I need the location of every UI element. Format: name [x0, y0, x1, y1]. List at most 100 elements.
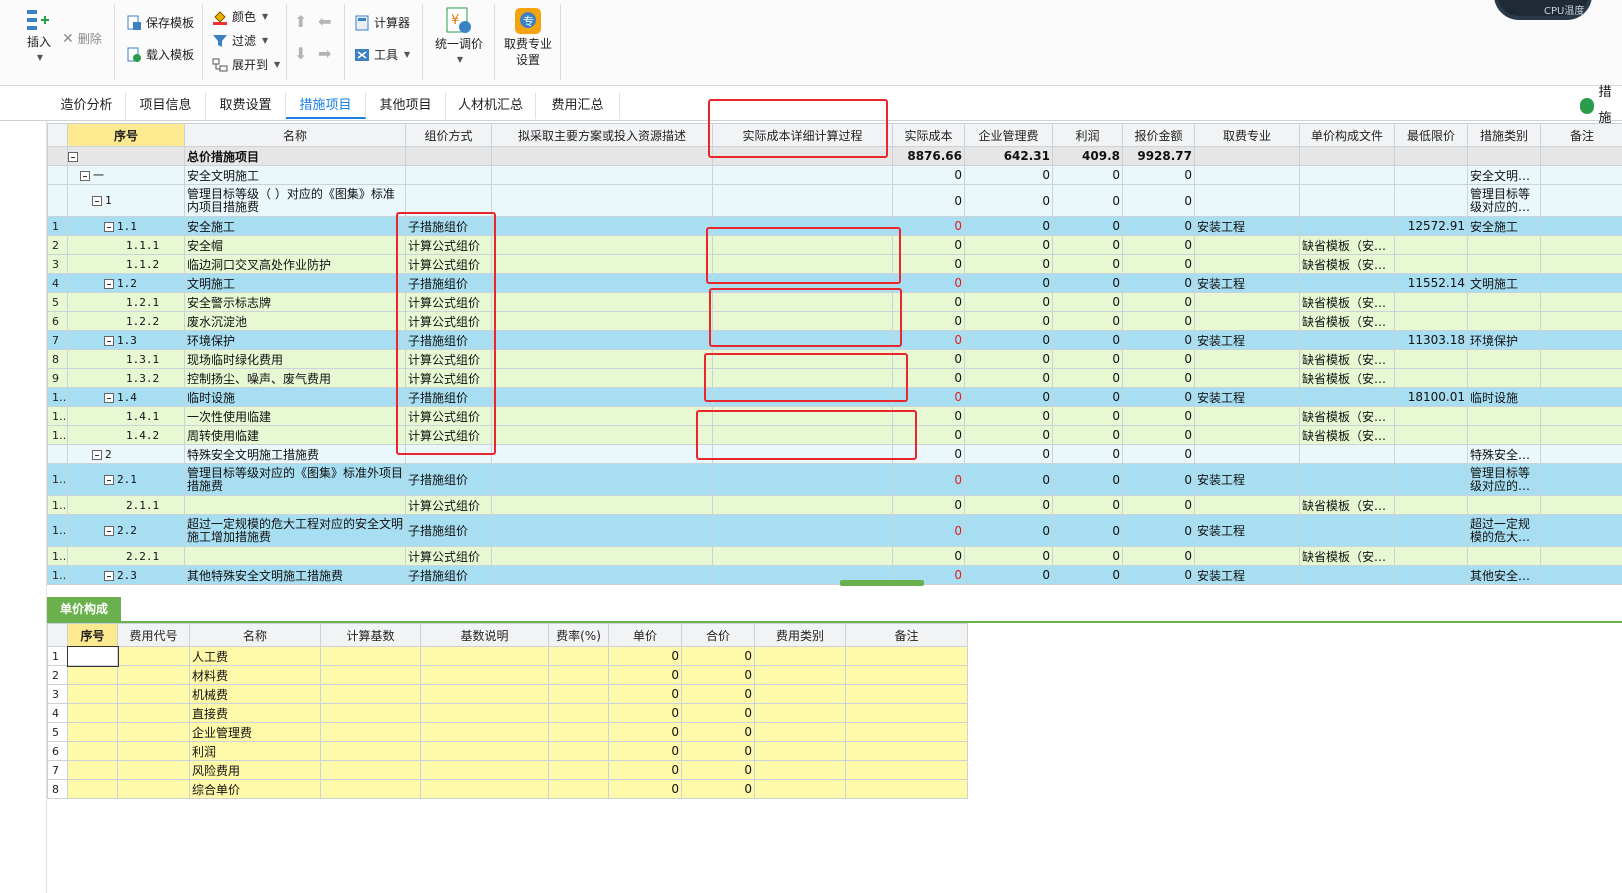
sub-remark-cell[interactable] [845, 703, 968, 723]
name-cell[interactable]: 临时设施 [184, 387, 406, 407]
table-row[interactable]: 16 2.2.1 计算公式组价 0 0 0 0 缺省模板（安… [47, 546, 1622, 566]
header-seq[interactable]: 序号 [67, 123, 185, 147]
header-min-price[interactable]: 最低限价 [1394, 123, 1468, 147]
cost-detail-cell[interactable] [712, 273, 893, 293]
plan-description-cell[interactable] [491, 444, 713, 464]
min-price-cell[interactable] [1394, 311, 1468, 331]
profit-cell[interactable]: 0 [1052, 514, 1123, 547]
fee-specialty-cell[interactable] [1194, 235, 1300, 255]
pricing-method-cell[interactable]: 计算公式组价 [405, 254, 492, 274]
pricing-method-cell[interactable] [405, 444, 492, 464]
header-remark[interactable]: 备注 [1540, 123, 1622, 147]
fee-specialty-cell[interactable] [1194, 444, 1300, 464]
sub-remark-cell[interactable] [845, 760, 968, 780]
sub-table-row[interactable]: 2 材料费 0 0 [47, 665, 968, 685]
name-cell[interactable]: 安全文明施工 [184, 165, 406, 185]
profit-cell[interactable]: 0 [1052, 444, 1123, 464]
table-row[interactable]: 一安全文明施工 0 0 0 0 安全文明… [47, 165, 1622, 185]
mgmt-fee-cell[interactable]: 0 [964, 311, 1053, 331]
unit-price-file-cell[interactable] [1299, 184, 1395, 217]
plan-description-cell[interactable] [491, 368, 713, 388]
tab-labor-material-summary[interactable]: 人材机汇总 [446, 93, 536, 119]
sub-table-row[interactable]: 6 利润 0 0 [47, 741, 968, 761]
table-row[interactable]: 11 1.4.1 一次性使用临建 计算公式组价 0 0 0 0 缺省模板（安… [47, 406, 1622, 426]
mgmt-fee-cell[interactable]: 0 [964, 444, 1053, 464]
remark-cell[interactable] [1540, 330, 1622, 350]
profit-cell[interactable]: 0 [1052, 311, 1123, 331]
name-cell[interactable]: 临边洞口交叉高处作业防护 [184, 254, 406, 274]
name-cell[interactable]: 安全施工 [184, 216, 406, 236]
measure-category-cell[interactable]: 环境保护 [1467, 330, 1541, 350]
collapse-toggle-icon[interactable] [104, 392, 114, 403]
header-pricing-method[interactable]: 组价方式 [405, 123, 492, 147]
mgmt-fee-cell[interactable]: 0 [964, 425, 1053, 445]
unit-price-composition-tab[interactable]: 单价构成 [47, 597, 121, 621]
sub-fee-code-cell[interactable] [117, 779, 190, 799]
sub-remark-cell[interactable] [845, 665, 968, 685]
name-cell[interactable]: 废水沉淀池 [184, 311, 406, 331]
cost-detail-cell[interactable] [712, 546, 893, 566]
actual-cost-cell[interactable]: 0 [892, 546, 965, 566]
actual-cost-cell[interactable]: 0 [892, 514, 965, 547]
mgmt-fee-cell[interactable]: 0 [964, 368, 1053, 388]
plan-description-cell[interactable] [491, 292, 713, 312]
header-quote[interactable]: 报价金额 [1122, 123, 1195, 147]
quote-cell[interactable]: 0 [1122, 565, 1195, 585]
fee-specialty-cell[interactable]: 安装工程 [1194, 273, 1300, 293]
min-price-cell[interactable]: 11303.18 [1394, 330, 1468, 350]
move-down-icon[interactable]: ⬇ [294, 44, 307, 63]
filter-button[interactable]: 过滤 ▼ [212, 32, 268, 49]
sub-base-cell[interactable] [320, 779, 421, 799]
quote-cell[interactable]: 9928.77 [1122, 146, 1195, 166]
profit-cell[interactable]: 0 [1052, 216, 1123, 236]
min-price-cell[interactable] [1394, 463, 1468, 496]
actual-cost-cell[interactable]: 0 [892, 495, 965, 515]
cost-detail-cell[interactable] [712, 311, 893, 331]
fee-specialty-cell[interactable]: 安装工程 [1194, 216, 1300, 236]
sub-base-cell[interactable] [320, 741, 421, 761]
seq-cell[interactable]: 1.2.1 [67, 292, 185, 312]
sub-remark-cell[interactable] [845, 741, 968, 761]
sub-fee-code-cell[interactable] [117, 722, 190, 742]
name-cell[interactable]: 文明施工 [184, 273, 406, 293]
plan-description-cell[interactable] [491, 406, 713, 426]
cost-detail-cell[interactable] [712, 292, 893, 312]
pricing-method-cell[interactable]: 子措施组价 [405, 463, 492, 496]
name-cell[interactable]: 一次性使用临建 [184, 406, 406, 426]
profit-cell[interactable]: 0 [1052, 254, 1123, 274]
remark-cell[interactable] [1540, 254, 1622, 274]
sub-base-desc-cell[interactable] [420, 665, 549, 685]
measure-category-cell[interactable] [1467, 406, 1541, 426]
actual-cost-cell[interactable]: 0 [892, 387, 965, 407]
profit-cell[interactable]: 0 [1052, 292, 1123, 312]
plan-description-cell[interactable] [491, 425, 713, 445]
pricing-method-cell[interactable]: 计算公式组价 [405, 235, 492, 255]
profit-cell[interactable]: 0 [1052, 184, 1123, 217]
sub-base-desc-cell[interactable] [420, 703, 549, 723]
sub-name-cell[interactable]: 材料费 [189, 665, 321, 685]
collapse-toggle-icon[interactable] [104, 475, 114, 485]
unit-price-file-cell[interactable]: 缺省模板（安… [1299, 235, 1395, 255]
profit-cell[interactable]: 0 [1052, 546, 1123, 566]
plan-description-cell[interactable] [491, 146, 713, 166]
cost-detail-cell[interactable] [712, 495, 893, 515]
sub-header-fee-type[interactable]: 费用类别 [754, 623, 846, 647]
fee-specialty-cell[interactable]: 安装工程 [1194, 463, 1300, 496]
measure-category-cell[interactable]: 其他安全… [1467, 565, 1541, 585]
table-row[interactable]: 6 1.2.2 废水沉淀池 计算公式组价 0 0 0 0 缺省模板（安… [47, 311, 1622, 331]
sub-rate-cell[interactable] [548, 722, 609, 742]
sub-rate-cell[interactable] [548, 760, 609, 780]
measure-category-cell[interactable] [1467, 368, 1541, 388]
cost-detail-cell[interactable] [712, 349, 893, 369]
table-row[interactable]: 13 2.1 管理目标等级对应的《图集》标准外项目措施费 子措施组价 0 0 0 0 安装工程管… [47, 463, 1622, 496]
sub-base-desc-cell[interactable] [420, 722, 549, 742]
cost-detail-cell[interactable] [712, 235, 893, 255]
sub-seq-cell[interactable] [67, 741, 118, 761]
sub-remark-cell[interactable] [845, 646, 968, 666]
fee-specialty-cell[interactable] [1194, 546, 1300, 566]
calculator-button[interactable]: 计算器 [354, 14, 410, 31]
actual-cost-cell[interactable]: 0 [892, 216, 965, 236]
plan-description-cell[interactable] [491, 387, 713, 407]
quote-cell[interactable]: 0 [1122, 368, 1195, 388]
sub-base-cell[interactable] [320, 760, 421, 780]
